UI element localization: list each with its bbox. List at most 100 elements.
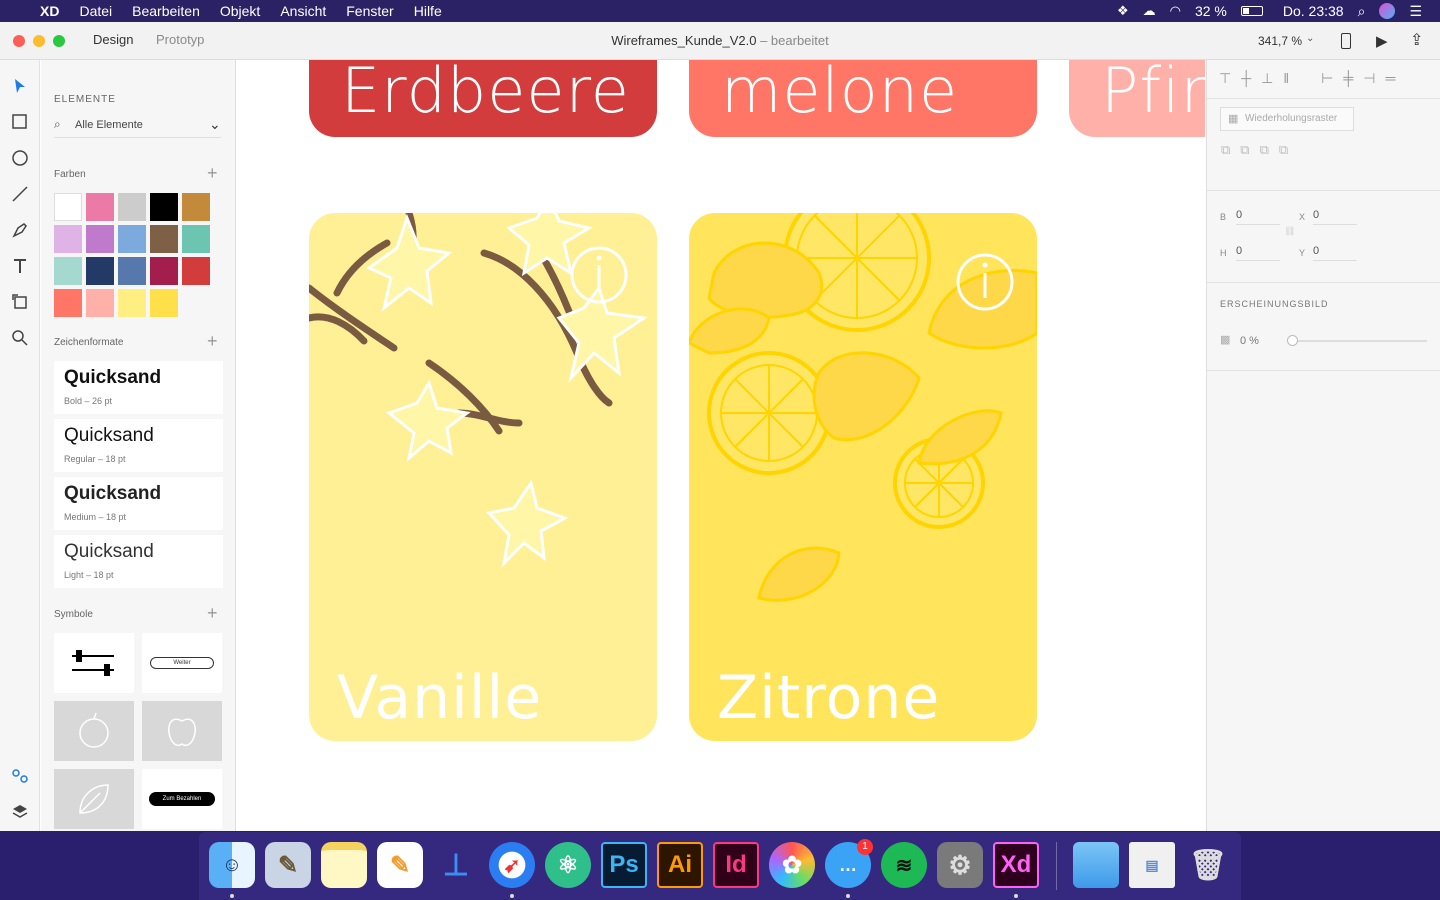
charfmt-card[interactable]: Quicksand Bold – 26 pt [54,361,223,414]
color-swatch[interactable] [150,193,178,221]
symbol-bezahlen-button[interactable]: Zum Bezahlen [142,769,222,829]
menu-hilfe[interactable]: Hilfe [414,3,442,19]
menu-objekt[interactable]: Objekt [220,3,260,19]
align-right-icon[interactable]: ⊣ [1363,70,1375,90]
union-icon[interactable]: ⧉ [1221,142,1230,158]
color-swatch[interactable] [118,289,146,317]
clock[interactable]: Do. 23:38 [1283,3,1344,19]
symbol-apple[interactable] [142,701,222,761]
opacity-value[interactable]: 0 % [1240,335,1259,347]
safari-icon[interactable]: ➹ [489,842,535,888]
zoom-level[interactable]: 341,7 % [1258,34,1302,48]
photoshop-icon[interactable]: Ps [601,842,647,888]
align-center-icon[interactable]: ╪ [1343,70,1353,90]
color-swatch[interactable] [182,225,210,253]
photos-icon[interactable]: ✿ [769,842,815,888]
add-color-button[interactable]: + [207,164,218,182]
charfmt-card[interactable]: Quicksand Light – 18 pt [54,535,223,588]
notification-center-icon[interactable]: ☰ [1409,3,1422,20]
symbol-slider[interactable] [54,633,134,693]
menu-fenster[interactable]: Fenster [346,3,393,19]
card-erdbeere[interactable]: Erdbeere [309,60,657,137]
spotlight-icon[interactable]: ⌕ [1358,3,1366,20]
menu-datei[interactable]: Datei [79,3,112,19]
menu-app-name[interactable]: XD [40,3,59,19]
distribute-h-icon[interactable]: ═ [1385,70,1395,90]
align-bottom-icon[interactable]: ⊥ [1261,70,1273,90]
color-swatch[interactable] [86,225,114,253]
illustrator-icon[interactable]: Ai [657,842,703,888]
color-swatch[interactable] [54,289,82,317]
text-tool-icon[interactable] [10,256,30,276]
x-field[interactable]: 0 [1313,209,1357,225]
menu-ansicht[interactable]: Ansicht [280,3,326,19]
color-swatch[interactable] [118,193,146,221]
color-swatch[interactable] [150,289,178,317]
symbol-weiter-button[interactable]: Weiter [142,633,222,693]
color-swatch[interactable] [182,193,210,221]
battery-icon[interactable] [1240,6,1263,16]
lock-aspect-icon[interactable]: ⛓ [1284,226,1295,237]
charfmt-card[interactable]: Quicksand Medium – 18 pt [54,477,223,530]
opacity-slider-handle[interactable] [1287,335,1298,346]
spotify-icon[interactable]: ≋ [881,842,927,888]
creative-cloud-icon[interactable]: ☁ [1143,3,1156,19]
exclude-icon[interactable]: ⧉ [1279,142,1288,158]
color-swatch[interactable] [118,257,146,285]
color-swatch[interactable] [150,225,178,253]
trash-icon[interactable]: 🗑 [1185,842,1231,888]
color-swatch[interactable] [150,257,178,285]
color-swatch[interactable] [54,193,82,221]
align-left-icon[interactable]: ⊢ [1321,70,1333,90]
color-swatch[interactable] [182,257,210,285]
pages-icon[interactable]: ✎ [377,842,423,888]
screenshot-icon[interactable]: ▤ [1129,842,1175,888]
folder-icon[interactable] [1073,842,1119,888]
play-icon[interactable]: ▶ [1376,32,1388,50]
share-icon[interactable]: ⇪ [1410,30,1423,50]
preview-icon[interactable]: ✎ [265,842,311,888]
add-symbol-button[interactable]: + [207,604,218,622]
add-charfmt-button[interactable]: + [207,332,218,350]
subtract-icon[interactable]: ⧉ [1240,142,1249,158]
ellipse-tool-icon[interactable] [10,148,30,168]
symbol-apple-cut[interactable] [54,701,134,761]
assets-panel-icon[interactable] [10,766,30,786]
zoom-tool-icon[interactable] [10,328,30,348]
menu-bearbeiten[interactable]: Bearbeiten [132,3,200,19]
width-field[interactable]: 0 [1236,209,1280,225]
repeat-grid-button[interactable]: ▦ Wiederholungsraster [1220,107,1354,131]
symbol-leaf[interactable] [54,769,134,829]
finder-icon[interactable]: ☺ [209,842,255,888]
color-swatch[interactable] [118,225,146,253]
system-preferences-icon[interactable]: ⚙ [937,842,983,888]
xd-icon[interactable]: Xd [993,842,1039,888]
select-tool-icon[interactable] [10,76,30,96]
card-melone[interactable]: melone [689,60,1037,137]
artboard-tool-icon[interactable] [10,292,30,312]
siri-icon[interactable] [1379,3,1396,19]
card-zitrone[interactable]: Zitrone [689,213,1037,741]
keynote-icon[interactable]: ⊥ [433,842,479,888]
intersect-icon[interactable]: ⧉ [1260,142,1269,158]
align-middle-icon[interactable]: ┼ [1241,70,1251,90]
color-swatch[interactable] [86,257,114,285]
color-swatch[interactable] [54,225,82,253]
chevron-down-icon[interactable]: ⌄ [1306,33,1314,44]
dropbox-icon[interactable]: ❖ [1117,3,1129,19]
wifi-icon[interactable]: ◠ [1170,3,1181,19]
device-preview-icon[interactable] [1341,33,1351,49]
elements-filter-dropdown[interactable]: ⌕ Alle Elemente ⌄ [54,116,221,138]
atom-icon[interactable]: ⚛ [545,842,591,888]
rectangle-tool-icon[interactable] [10,112,30,132]
card-vanille[interactable]: Vanille [309,213,657,741]
color-swatch[interactable] [86,289,114,317]
align-top-icon[interactable]: ⊤ [1219,70,1231,90]
layers-panel-icon[interactable] [10,802,30,822]
notes-icon[interactable] [321,842,367,888]
charfmt-card[interactable]: Quicksand Regular – 18 pt [54,419,223,472]
color-swatch[interactable] [54,257,82,285]
distribute-icon[interactable]: ‖ [1283,70,1289,90]
card-pfirsich[interactable]: Pfirs [1069,60,1205,137]
height-field[interactable]: 0 [1236,245,1280,261]
